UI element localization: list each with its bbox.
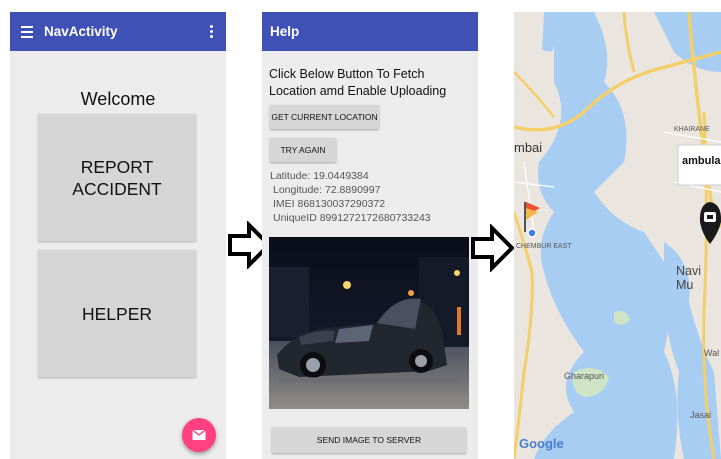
help-screen: Help Click Below Button To Fetch Locatio… (262, 12, 478, 459)
app-title: Help (270, 24, 300, 39)
google-logo: Google (519, 436, 564, 451)
ambulance-label: ambula (682, 155, 721, 167)
overflow-menu-icon[interactable] (210, 25, 213, 40)
map-view[interactable] (514, 12, 721, 459)
map-screen[interactable]: mbai KHAIRANE ambula CHEMBUR EAST Navi M… (514, 12, 721, 459)
ambulance-marker-icon[interactable] (699, 202, 721, 244)
map-label-navi-mumbai: Navi Mu (676, 264, 702, 292)
try-again-button[interactable]: TRY AGAIN (270, 138, 336, 162)
menu-icon[interactable] (21, 26, 33, 41)
current-location-icon (527, 228, 537, 238)
latitude-text: Latitude: 19.0449384 (270, 170, 369, 182)
map-label-jasai: Jasai (690, 410, 712, 420)
welcome-heading: Welcome (80, 89, 156, 109)
app-bar: Help (262, 12, 478, 51)
imei-text: IMEI 868130037290372 (273, 198, 386, 210)
nav-activity-screen: NavActivity Welcome REPORT ACCIDENT HELP… (10, 12, 226, 459)
accident-photo (269, 237, 469, 409)
app-title: NavActivity (44, 24, 118, 39)
app-bar: NavActivity (10, 12, 226, 51)
report-accident-button[interactable]: REPORT ACCIDENT (38, 114, 196, 241)
map-label-khairane: KHAIRANE (674, 126, 710, 133)
instruction-text: Click Below Button To Fetch Location amd… (269, 67, 447, 98)
map-label-gharapuri: Gharapuri (564, 371, 605, 381)
get-current-location-button[interactable]: GET CURRENT LOCATION (270, 105, 379, 129)
helper-button[interactable]: HELPER (38, 250, 196, 377)
map-label-chembur: CHEMBUR EAST (516, 243, 572, 250)
arrow-right-icon (471, 224, 515, 272)
send-image-button[interactable]: SEND IMAGE TO SERVER (272, 427, 466, 453)
longitude-text: Longitude: 72.8890997 (273, 184, 381, 196)
email-icon (192, 429, 206, 440)
email-fab[interactable] (182, 418, 216, 452)
map-label-mumbai: mbai (514, 140, 543, 155)
map-label-wal: Wal (704, 348, 720, 358)
unique-id-text: UniqueID 8991272172680733243 (273, 212, 431, 224)
